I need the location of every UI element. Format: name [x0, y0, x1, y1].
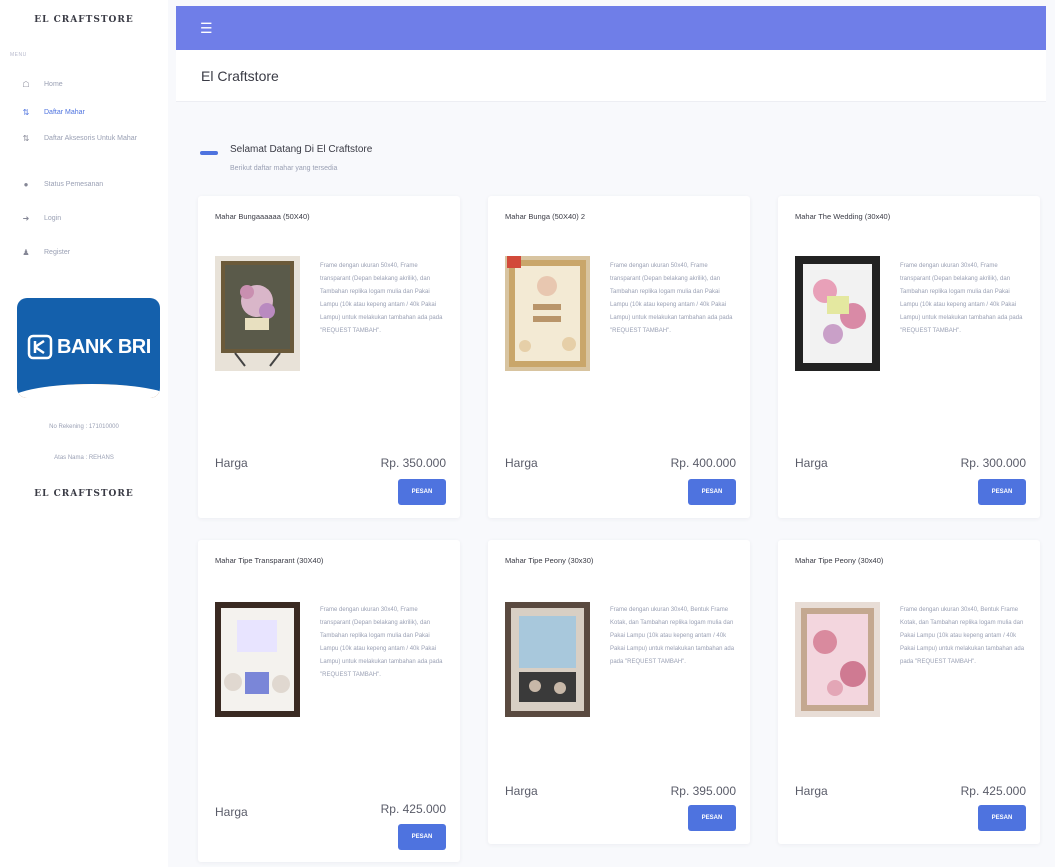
product-image[interactable] [215, 256, 300, 371]
product-description: Frame dengan ukuran 30x40, Bentuk Frame … [610, 607, 735, 665]
pesan-button[interactable]: PESAN [398, 479, 446, 505]
product-card: Mahar Bunga (50X40) 2 Frame dengan ukura… [488, 196, 750, 518]
sidebar-brand-footer: EL CRAFTSTORE [34, 489, 134, 499]
user-icon: ♟ [22, 248, 30, 257]
harga-label: Harga [795, 784, 828, 798]
product-image[interactable] [505, 602, 590, 717]
pesan-button[interactable]: PESAN [688, 479, 736, 505]
product-price: Rp. 350.000 [380, 456, 446, 470]
welcome-accent-bar [200, 151, 218, 155]
sidebar-item-login[interactable]: ➜ Login [0, 208, 168, 242]
product-title: Mahar Tipe Peony (30x30) [505, 556, 594, 565]
sidebar-item-label: Daftar Mahar [44, 109, 85, 116]
sidebar-item-status-pemesanan[interactable]: ● Status Pemesanan [0, 174, 168, 208]
product-price: Rp. 300.000 [960, 456, 1026, 470]
sidebar-item-daftar-aksesoris[interactable]: ⇅ Daftar Aksesoris Untuk Mahar [0, 130, 168, 174]
bri-emblem-icon [27, 334, 53, 360]
sidebar-item-label: Daftar Aksesoris Untuk Mahar [44, 135, 137, 142]
sidebar-item-label: Login [44, 215, 62, 222]
hamburger-icon[interactable]: ☰ [200, 20, 213, 37]
product-image[interactable] [795, 602, 880, 717]
list-icon: ⇅ [22, 108, 30, 117]
product-title: Mahar Bungaaaaaa (50X40) [215, 212, 310, 221]
pesan-button[interactable]: PESAN [398, 824, 446, 850]
product-description: Frame dengan ukuran 50x40, Frame transpa… [610, 263, 733, 334]
product-price: Rp. 395.000 [670, 784, 736, 798]
no-rekening: No Rekening : 171010000 [49, 424, 119, 430]
welcome-title: Selamat Datang Di El Craftstore [230, 144, 373, 155]
product-price: Rp. 400.000 [670, 456, 736, 470]
product-image[interactable] [505, 256, 590, 371]
product-title: Mahar The Wedding (30x40) [795, 212, 891, 221]
product-card: Mahar The Wedding (30x40) Frame dengan u… [778, 196, 1040, 518]
product-description: Frame dengan ukuran 30x40, Frame transpa… [900, 263, 1023, 334]
harga-label: Harga [505, 456, 538, 470]
harga-label: Harga [505, 784, 538, 798]
welcome-subtitle: Berikut daftar mahar yang tersedia [230, 165, 338, 172]
sidebar-item-register[interactable]: ♟ Register [0, 242, 168, 272]
sidebar-item-label: Home [44, 81, 63, 88]
sidebar-item-label: Register [44, 249, 71, 256]
sidebar-item-home[interactable]: ☖ Home [0, 74, 168, 102]
menu-heading: MENU [10, 52, 27, 58]
product-card: Mahar Tipe Peony (30x40) Frame dengan uk… [778, 540, 1040, 844]
harga-label: Harga [795, 456, 828, 470]
sidebar-brand[interactable]: EL CRAFTSTORE [0, 0, 168, 40]
product-image[interactable] [215, 602, 300, 717]
harga-label: Harga [215, 456, 248, 470]
bank-bri-logo: BANK BRI [17, 298, 160, 398]
sidebar: EL CRAFTSTORE MENU ☖ Home ⇅ Daftar Mahar… [0, 0, 168, 867]
harga-label: Harga [215, 805, 248, 819]
product-title: Mahar Tipe Transparant (30X40) [215, 556, 324, 565]
product-card: Mahar Tipe Peony (30x30) Frame dengan uk… [488, 540, 750, 844]
pesan-button[interactable]: PESAN [978, 479, 1026, 505]
product-price: Rp. 425.000 [960, 784, 1026, 798]
product-card: Mahar Tipe Transparant (30X40) Frame den… [198, 540, 460, 862]
product-price: Rp. 425.000 [380, 802, 446, 816]
product-image[interactable] [795, 256, 880, 371]
status-icon: ● [23, 180, 29, 189]
sidebar-item-daftar-mahar[interactable]: ⇅ Daftar Mahar [0, 102, 168, 130]
list-icon: ⇅ [22, 134, 30, 143]
page-title: El Craftstore [176, 50, 1046, 102]
atas-nama: Atas Nama : REHANS [54, 455, 114, 461]
product-description: Frame dengan ukuran 30x40, Bentuk Frame … [900, 607, 1025, 665]
product-description: Frame dengan ukuran 50x40, Frame transpa… [320, 263, 443, 334]
pesan-button[interactable]: PESAN [688, 805, 736, 831]
sidebar-item-label: Status Pemesanan [44, 181, 104, 188]
pesan-button[interactable]: PESAN [978, 805, 1026, 831]
product-title: Mahar Tipe Peony (30x40) [795, 556, 884, 565]
login-icon: ➜ [22, 214, 30, 223]
product-description: Frame dengan ukuran 30x40, Frame transpa… [320, 607, 443, 678]
product-card: Mahar Bungaaaaaa (50X40) Frame dengan uk… [198, 196, 460, 518]
topbar: ☰ [176, 6, 1046, 50]
bank-logo-text: BANK BRI [57, 335, 151, 358]
home-icon: ☖ [22, 80, 30, 89]
product-title: Mahar Bunga (50X40) 2 [505, 212, 586, 221]
